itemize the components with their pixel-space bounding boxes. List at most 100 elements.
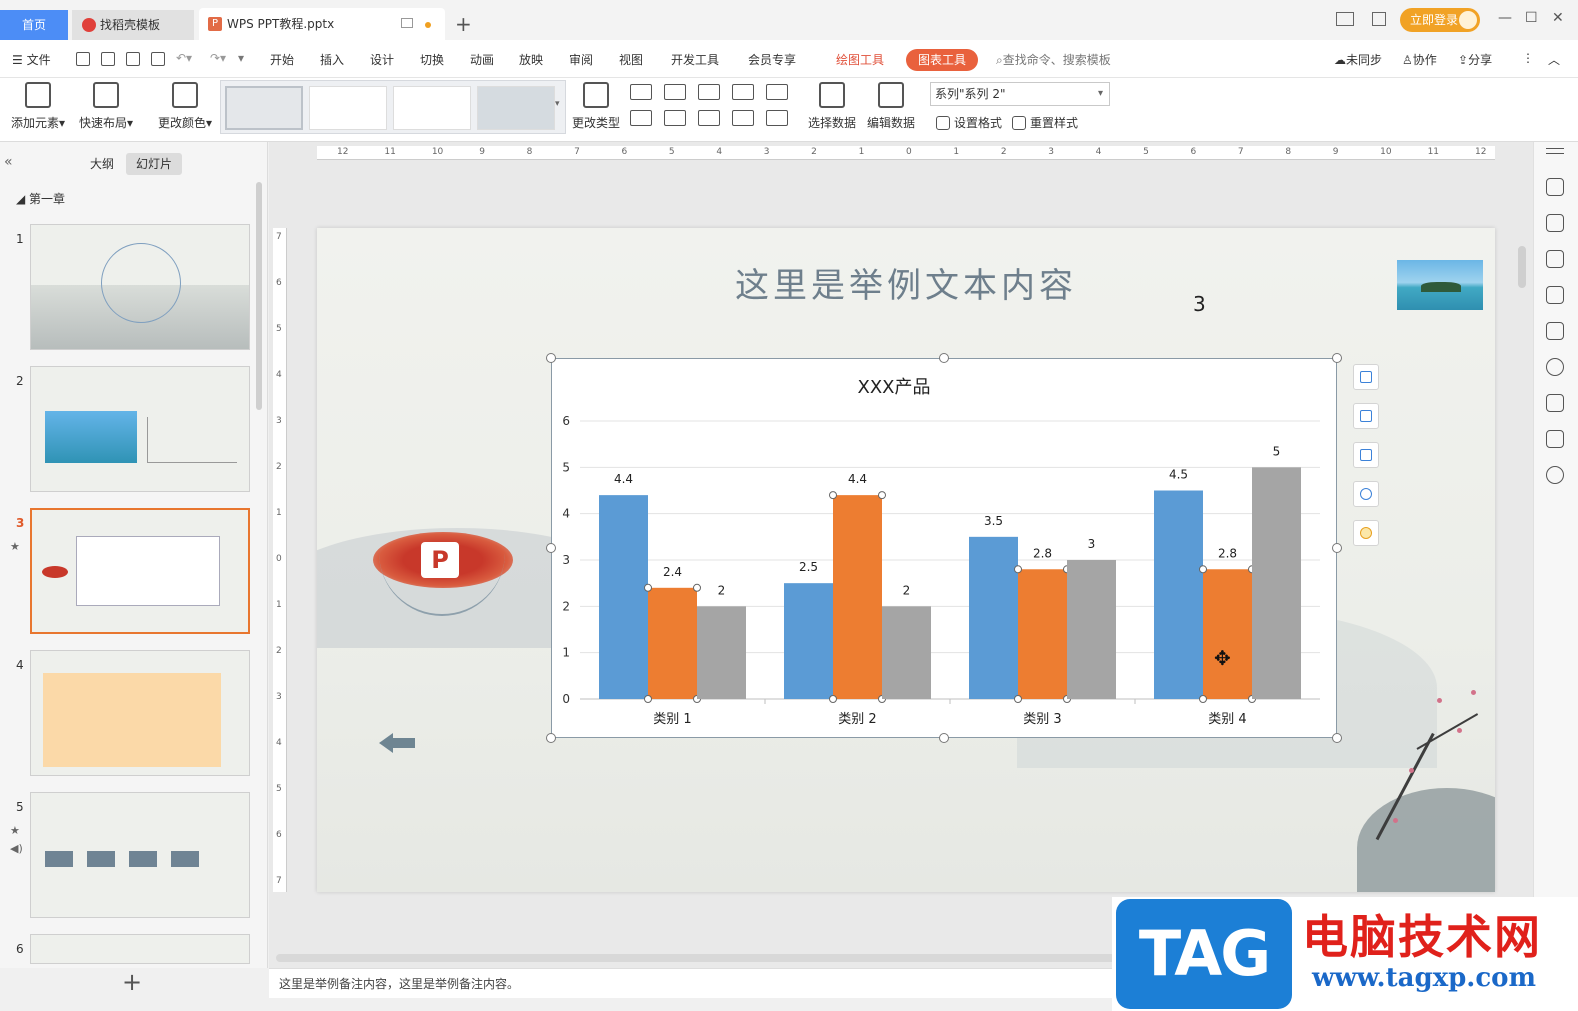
monitor-icon[interactable]	[401, 18, 413, 28]
maximize-button[interactable]: ☐	[1525, 10, 1538, 26]
chart-filter-button[interactable]	[1353, 442, 1379, 468]
bar[interactable]	[833, 495, 882, 699]
bar[interactable]	[1252, 467, 1301, 699]
slide-number-text[interactable]: 3	[1193, 292, 1206, 316]
undo-icon[interactable]: ↶▾	[176, 51, 192, 65]
chart-style-3[interactable]	[393, 86, 471, 130]
beach-photo[interactable]	[1397, 260, 1483, 310]
add-element-button[interactable]: 添加元素▾	[8, 82, 68, 131]
tab-chart-tools[interactable]: 图表工具	[906, 49, 978, 71]
bar[interactable]	[697, 606, 746, 699]
bar[interactable]	[1154, 490, 1203, 700]
combo-chart-icon[interactable]	[664, 110, 686, 126]
preview-icon[interactable]	[151, 52, 165, 66]
select-data-button[interactable]: 选择数据	[806, 82, 858, 131]
column-chart-icon[interactable]	[630, 84, 652, 100]
bar[interactable]	[1018, 569, 1067, 699]
chart-style-button[interactable]	[1353, 403, 1379, 429]
slide-thumbnail-3[interactable]	[30, 508, 250, 634]
image-icon[interactable]	[1546, 322, 1564, 340]
location-icon[interactable]	[1546, 358, 1564, 376]
print-icon[interactable]	[126, 52, 140, 66]
menu-tab[interactable]: 放映	[519, 51, 543, 68]
menu-tab[interactable]: 开始	[270, 51, 294, 68]
bar[interactable]	[969, 536, 1018, 699]
resize-handle[interactable]	[939, 353, 949, 363]
line-chart-icon[interactable]	[698, 84, 720, 100]
save-icon[interactable]	[76, 52, 90, 66]
close-button[interactable]: ✕	[1552, 10, 1564, 26]
layout-icon[interactable]	[1336, 12, 1354, 26]
reset-style-button[interactable]: 重置样式	[1012, 114, 1078, 131]
bar[interactable]	[1203, 569, 1252, 699]
bar[interactable]	[599, 495, 648, 699]
bar-chart[interactable]: XXX产品 0 1 2 3 4 5 6 4.4 2.4 2 类别 1 2.5 4.4 2 类别 2 3.5 2.8…	[552, 359, 1338, 739]
more-icon[interactable]: ⋮	[1522, 51, 1534, 65]
resize-handle[interactable]	[546, 353, 556, 363]
minimize-button[interactable]: —	[1498, 10, 1512, 26]
resize-handle[interactable]	[1332, 543, 1342, 553]
change-type-button[interactable]: 更改类型	[570, 82, 622, 131]
horizontal-scrollbar[interactable]	[276, 954, 1116, 962]
tab-outline[interactable]: 大纲	[80, 153, 124, 175]
panel-menu-icon[interactable]	[1546, 148, 1564, 154]
bar[interactable]	[648, 587, 697, 699]
slide-thumbnail-2[interactable]	[30, 366, 250, 492]
bar[interactable]	[1067, 560, 1116, 699]
slide-thumbnail-1[interactable]	[30, 224, 250, 350]
slide-canvas[interactable]: 这里是举例文本内容 3 P XXX产品 0 1 2 3 4 5 6 4.4 2.4 2 类别 1 2.5…	[317, 228, 1495, 892]
collab-button[interactable]: ♙协作	[1402, 51, 1437, 68]
chapter-section[interactable]: ◢ 第一章	[16, 190, 65, 207]
tab-slides[interactable]: 幻灯片	[126, 153, 183, 175]
vertical-scrollbar[interactable]	[1518, 246, 1526, 288]
quick-layout-button[interactable]: 快速布局▾	[76, 82, 136, 131]
menu-tab[interactable]: 动画	[470, 51, 494, 68]
scatter-chart-icon[interactable]	[732, 110, 754, 126]
series-select[interactable]: 系列"系列 2"	[930, 82, 1110, 106]
resize-handle[interactable]	[939, 733, 949, 743]
chart-elements-button[interactable]	[1353, 364, 1379, 390]
menu-tab[interactable]: 会员专享	[748, 51, 796, 68]
share-button[interactable]: ⇪分享	[1458, 51, 1492, 68]
tab-document[interactable]: P WPS PPT教程.pptx	[199, 8, 445, 40]
resize-handle[interactable]	[1332, 353, 1342, 363]
command-search[interactable]: ⌕查找命令、搜索模板	[996, 51, 1111, 68]
new-tab-button[interactable]: +	[455, 12, 472, 36]
collapse-panel-icon[interactable]: «	[4, 154, 13, 170]
edit-data-button[interactable]: 编辑数据	[865, 82, 917, 131]
rocket-icon[interactable]	[1546, 178, 1564, 196]
panel-scrollbar[interactable]	[256, 182, 262, 410]
set-format-button[interactable]: 设置格式	[936, 114, 1002, 131]
bar[interactable]	[882, 606, 931, 699]
radar-chart-icon[interactable]	[732, 84, 754, 100]
book-icon[interactable]	[1546, 394, 1564, 412]
apps-grid-icon[interactable]	[1372, 12, 1386, 26]
login-button[interactable]: 立即登录	[1400, 8, 1480, 32]
chart-style-1[interactable]	[225, 86, 303, 130]
slide-thumbnail-4[interactable]	[30, 650, 250, 776]
back-arrow-icon[interactable]	[379, 733, 415, 753]
sliders-icon[interactable]	[1546, 214, 1564, 232]
chart-tips-button[interactable]	[1353, 520, 1379, 546]
menu-tab[interactable]: 设计	[370, 51, 394, 68]
cube-icon[interactable]	[1546, 430, 1564, 448]
slide-thumbnail-6[interactable]	[30, 934, 250, 964]
stock-chart-icon[interactable]	[766, 84, 788, 100]
bubble-chart-icon[interactable]	[766, 110, 788, 126]
slide-thumbnail-5[interactable]	[30, 792, 250, 918]
resize-handle[interactable]	[1332, 733, 1342, 743]
slides-icon[interactable]	[1546, 286, 1564, 304]
area-chart-icon[interactable]	[630, 110, 652, 126]
redo-icon[interactable]: ↷▾	[210, 51, 226, 65]
menu-tab[interactable]: 切换	[420, 51, 444, 68]
menu-tab[interactable]: 开发工具	[671, 51, 719, 68]
menu-tab[interactable]: 审阅	[569, 51, 593, 68]
sync-button[interactable]: ☁未同步	[1334, 51, 1382, 68]
chart-style-4[interactable]	[477, 86, 555, 130]
chart-settings-button[interactable]	[1353, 481, 1379, 507]
bar[interactable]	[784, 583, 833, 699]
menu-tab[interactable]: 插入	[320, 51, 344, 68]
tab-drawing-tools[interactable]: 绘图工具	[836, 51, 884, 68]
menu-tab[interactable]: 视图	[619, 51, 643, 68]
star-icon[interactable]	[1546, 250, 1564, 268]
